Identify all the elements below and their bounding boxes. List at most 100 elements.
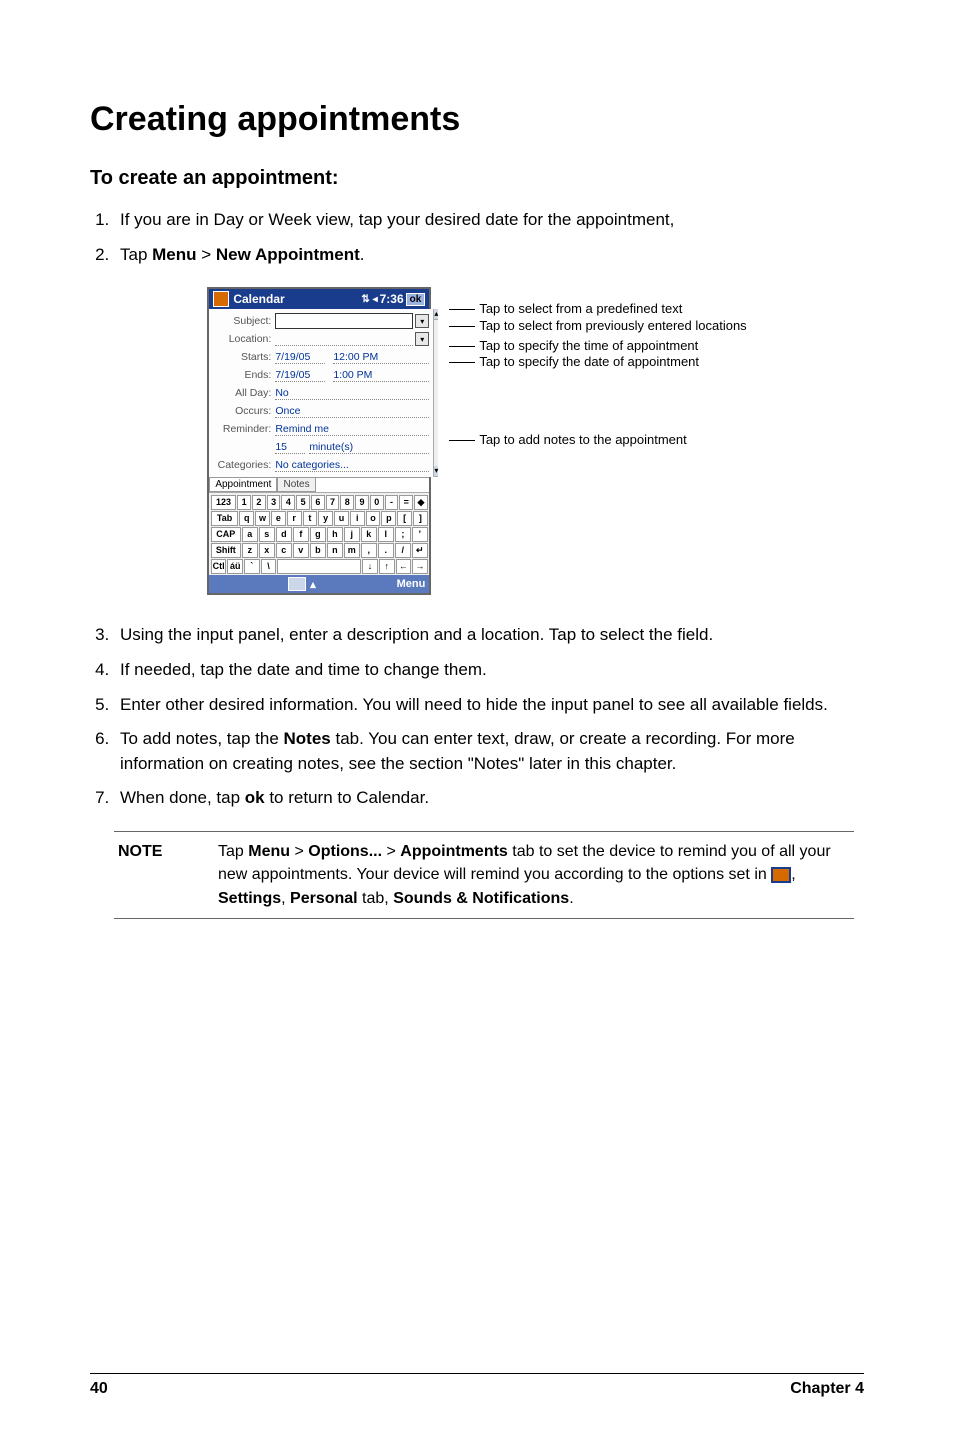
key-9[interactable]: 9 (355, 495, 369, 510)
key-cap[interactable]: CAP (211, 527, 241, 542)
step7-mid: to return to Calendar. (265, 788, 429, 807)
key-1[interactable]: 1 (237, 495, 251, 510)
kb-row-2: Tab q w e r t y u i o p [ ] (210, 510, 428, 526)
reminder-value[interactable]: Remind me (275, 423, 429, 436)
key-r[interactable]: r (287, 511, 302, 526)
key-q[interactable]: q (239, 511, 254, 526)
key-rbracket[interactable]: ] (413, 511, 428, 526)
key-c[interactable]: c (276, 543, 292, 558)
key-lbracket[interactable]: [ (397, 511, 412, 526)
key-backslash[interactable]: \ (261, 559, 277, 574)
callout-date: Tap to specify the date of appointment (479, 354, 699, 370)
tab-appointment[interactable]: Appointment (209, 478, 277, 492)
key-y[interactable]: y (318, 511, 333, 526)
key-i[interactable]: i (350, 511, 365, 526)
kb-arrow-icon[interactable]: ▴ (310, 578, 316, 591)
key-backspace[interactable]: ◆ (414, 495, 428, 510)
scroll-down-icon[interactable]: ▾ (434, 466, 438, 477)
key-slash[interactable]: / (395, 543, 411, 558)
callout-notes: Tap to add notes to the appointment (479, 432, 686, 448)
ok-button[interactable]: ok (406, 293, 426, 306)
step2-post: . (360, 245, 365, 264)
reminder-num[interactable]: 15 (275, 441, 305, 454)
reminder-unit[interactable]: minute(s) (309, 441, 429, 454)
key-u[interactable]: u (334, 511, 349, 526)
ends-date[interactable]: 7/19/05 (275, 369, 325, 382)
tab-bar: Appointment Notes (209, 477, 429, 492)
occurs-value[interactable]: Once (275, 405, 429, 418)
key-a[interactable]: a (242, 527, 258, 542)
callout-location: Tap to select from previously entered lo… (479, 318, 746, 334)
key-comma[interactable]: , (361, 543, 377, 558)
categories-value[interactable]: No categories... (275, 459, 429, 472)
key-accent[interactable]: áü (227, 559, 243, 574)
key-semicolon[interactable]: ; (395, 527, 411, 542)
callout-line-icon (449, 326, 475, 327)
key-apos[interactable]: ' (412, 527, 428, 542)
key-period[interactable]: . (378, 543, 394, 558)
key-equals[interactable]: = (399, 495, 413, 510)
key-t[interactable]: t (303, 511, 318, 526)
key-g[interactable]: g (310, 527, 326, 542)
key-e[interactable]: e (271, 511, 286, 526)
subject-dropdown[interactable]: ▾ (415, 314, 429, 328)
key-5[interactable]: 5 (296, 495, 310, 510)
key-w[interactable]: w (255, 511, 270, 526)
key-8[interactable]: 8 (340, 495, 354, 510)
location-dropdown[interactable]: ▾ (415, 332, 429, 346)
starts-date[interactable]: 7/19/05 (275, 351, 325, 364)
key-7[interactable]: 7 (326, 495, 340, 510)
key-s[interactable]: s (259, 527, 275, 542)
key-p[interactable]: p (381, 511, 396, 526)
starts-time[interactable]: 12:00 PM (333, 351, 429, 364)
step7-b1: ok (245, 788, 265, 807)
key-z[interactable]: z (242, 543, 258, 558)
kb-row-4: Shift z x c v b n m , . / ↵ (210, 542, 428, 558)
key-0[interactable]: 0 (370, 495, 384, 510)
key-ctl[interactable]: Ctl (211, 559, 227, 574)
key-6[interactable]: 6 (311, 495, 325, 510)
device-titlebar: Calendar ⇅ ◂ 7:36 ok (209, 289, 429, 309)
scroll-up-icon[interactable]: ▴ (434, 309, 438, 320)
key-k[interactable]: k (361, 527, 377, 542)
key-3[interactable]: 3 (267, 495, 281, 510)
key-left[interactable]: ← (396, 559, 412, 574)
menu-button[interactable]: Menu (397, 578, 426, 590)
key-123[interactable]: 123 (211, 495, 236, 510)
key-backtick[interactable]: ` (244, 559, 260, 574)
key-shift[interactable]: Shift (211, 543, 241, 558)
key-2[interactable]: 2 (252, 495, 266, 510)
key-j[interactable]: j (344, 527, 360, 542)
key-space[interactable] (277, 559, 361, 574)
key-b[interactable]: b (310, 543, 326, 558)
steps-list-bottom: Using the input panel, enter a descripti… (90, 623, 864, 811)
key-tab[interactable]: Tab (211, 511, 239, 526)
callout-time: Tap to specify the time of appointment (479, 338, 698, 354)
signal-icon: ⇅ ◂ (361, 294, 377, 305)
allday-value[interactable]: No (275, 387, 429, 400)
location-value[interactable] (275, 333, 413, 346)
key-right[interactable]: → (412, 559, 428, 574)
key-enter[interactable]: ↵ (412, 543, 428, 558)
key-o[interactable]: o (366, 511, 381, 526)
ends-time[interactable]: 1:00 PM (333, 369, 429, 382)
key-n[interactable]: n (327, 543, 343, 558)
key-4[interactable]: 4 (281, 495, 295, 510)
soft-keyboard[interactable]: 123 1 2 3 4 5 6 7 8 9 0 - = ◆ (209, 492, 429, 575)
scroll-track[interactable] (434, 320, 438, 466)
form-scrollbar[interactable]: ▴ ▾ (433, 309, 438, 477)
note-comma2: , (281, 890, 290, 907)
key-d[interactable]: d (276, 527, 292, 542)
key-minus[interactable]: - (385, 495, 399, 510)
tab-notes[interactable]: Notes (277, 478, 315, 492)
key-h[interactable]: h (327, 527, 343, 542)
key-f[interactable]: f (293, 527, 309, 542)
subject-input[interactable] (275, 313, 413, 329)
key-l[interactable]: l (378, 527, 394, 542)
key-m[interactable]: m (344, 543, 360, 558)
key-up[interactable]: ↑ (379, 559, 395, 574)
key-v[interactable]: v (293, 543, 309, 558)
keyboard-toggle-icon[interactable] (288, 577, 306, 591)
key-x[interactable]: x (259, 543, 275, 558)
key-down[interactable]: ↓ (362, 559, 378, 574)
